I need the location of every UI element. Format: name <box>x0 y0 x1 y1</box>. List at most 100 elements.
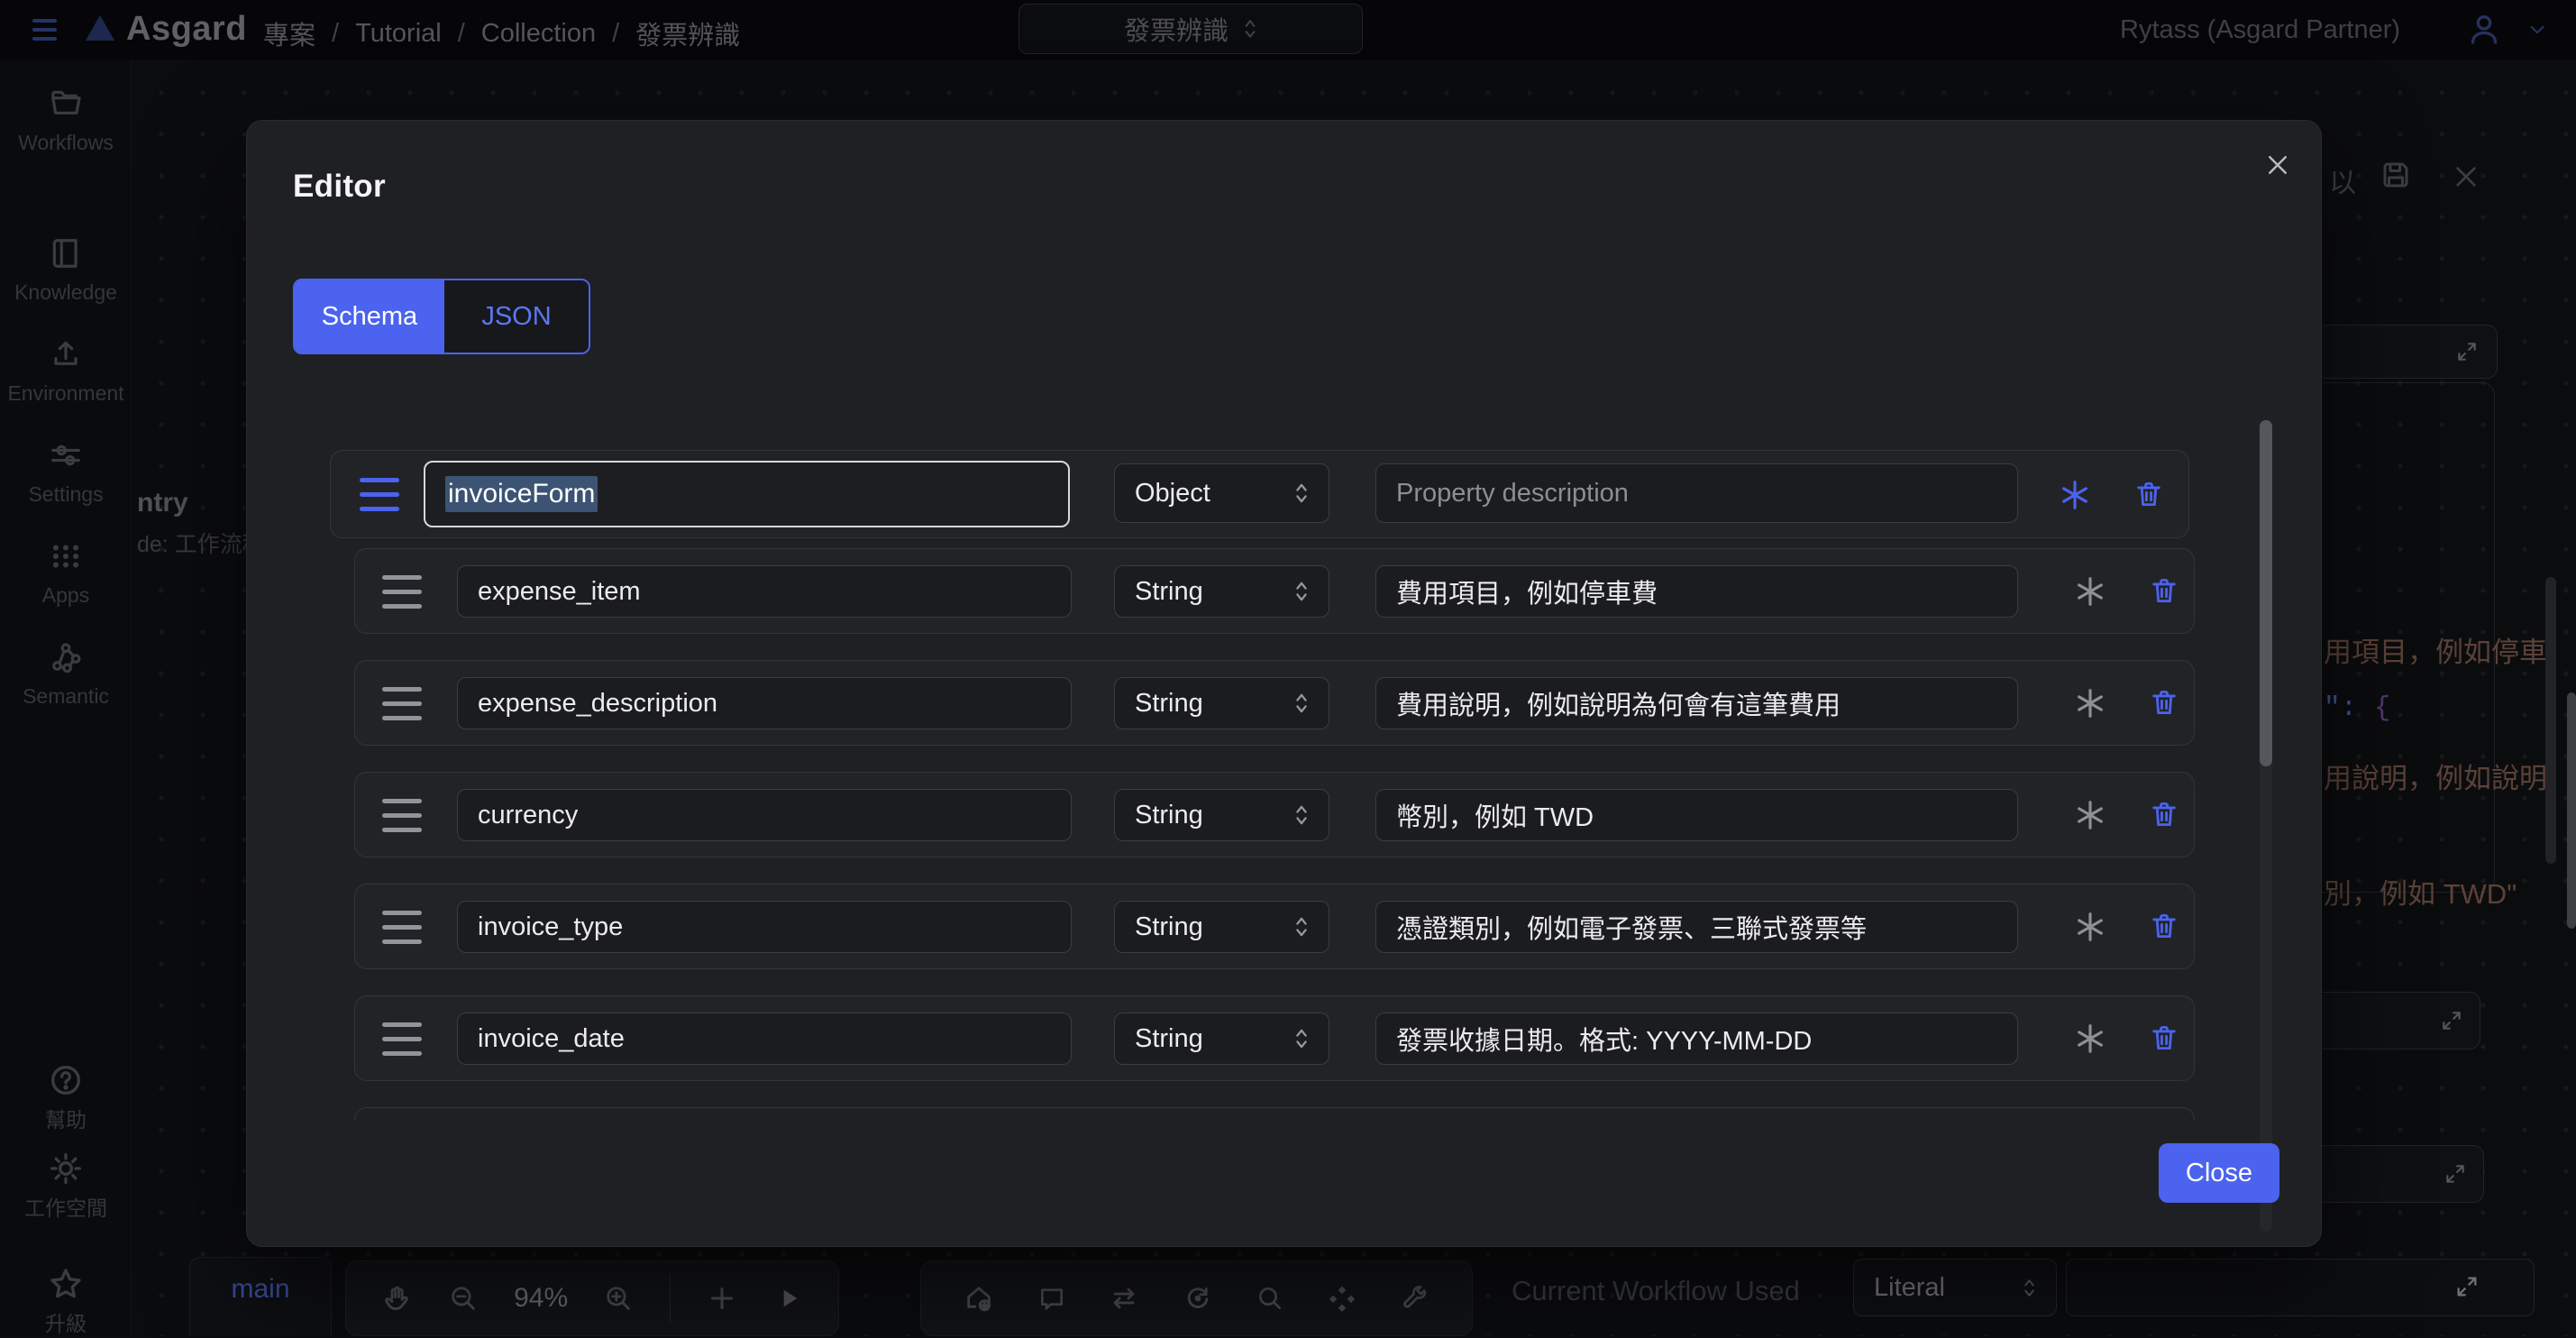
required-toggle-icon[interactable] <box>2073 1021 2107 1057</box>
required-toggle-icon[interactable] <box>2073 909 2107 945</box>
type-value: String <box>1135 689 1203 719</box>
sidebar-item-help[interactable]: 幫助 <box>0 1062 132 1134</box>
property-type-select[interactable]: String <box>1114 901 1329 953</box>
drag-handle-icon[interactable] <box>382 911 422 944</box>
property-type-select[interactable]: String <box>1114 677 1329 729</box>
schema-property-row-partial <box>354 1107 2195 1120</box>
property-description-input[interactable] <box>1375 565 2018 618</box>
property-description-input[interactable] <box>1375 789 2018 841</box>
sidebar-item-upgrade[interactable]: 升級 <box>0 1266 132 1338</box>
sidebar-item-settings[interactable]: Settings <box>0 438 132 509</box>
close-button[interactable]: Close <box>2159 1143 2279 1203</box>
drag-handle-icon[interactable] <box>360 478 399 511</box>
sliders-icon <box>49 438 83 472</box>
branch-tab[interactable]: main <box>189 1257 332 1336</box>
expand-icon[interactable] <box>2454 1274 2480 1299</box>
sidebar-item-workflows[interactable]: Workflows <box>0 87 132 157</box>
property-type-select[interactable]: String <box>1114 1013 1329 1065</box>
updown-chevron-icon <box>1294 579 1309 604</box>
expand-icon[interactable] <box>2444 1162 2467 1186</box>
search-icon[interactable] <box>1256 1284 1284 1313</box>
delete-row-icon[interactable] <box>2133 477 2164 511</box>
property-type-select[interactable]: String <box>1114 565 1329 618</box>
property-description-input[interactable] <box>1375 1013 2018 1065</box>
expand-icon[interactable] <box>2440 1009 2463 1032</box>
required-toggle-icon[interactable] <box>2058 477 2092 513</box>
window-scrollbar[interactable] <box>2567 692 2576 929</box>
delete-row-icon[interactable] <box>2149 909 2179 943</box>
drag-handle-icon[interactable] <box>382 575 422 609</box>
modal-scrollbar[interactable] <box>2260 420 2272 1232</box>
delete-row-icon[interactable] <box>2149 573 2179 608</box>
drag-handle-icon[interactable] <box>382 687 422 720</box>
root-type-select[interactable]: Object <box>1114 463 1329 523</box>
property-name-input[interactable] <box>457 565 1072 618</box>
property-description-input[interactable] <box>1375 677 2018 729</box>
code-scrollbar[interactable] <box>2545 577 2556 864</box>
sidebar-item-knowledge[interactable]: Knowledge <box>0 236 132 307</box>
schema-root-row: invoiceForm Object <box>330 450 2189 538</box>
delete-row-icon[interactable] <box>2149 1021 2179 1055</box>
modal-close-icon[interactable] <box>2264 151 2291 179</box>
run-icon[interactable] <box>774 1284 803 1313</box>
required-toggle-icon[interactable] <box>2073 797 2107 833</box>
tab-schema[interactable]: Schema <box>295 280 444 353</box>
property-name-input[interactable] <box>457 677 1072 729</box>
drag-handle-icon[interactable] <box>382 1022 422 1056</box>
updown-chevron-icon <box>2023 1277 2036 1299</box>
sidebar-item-semantic[interactable]: Semantic <box>0 640 132 710</box>
zoom-in-icon[interactable] <box>603 1283 634 1314</box>
updown-chevron-icon <box>1294 1026 1309 1051</box>
panel-close-icon[interactable] <box>2452 162 2480 191</box>
account-label: Rytass (Asgard Partner) <box>2120 15 2400 45</box>
sidebar-item-environment[interactable]: Environment <box>0 337 132 408</box>
workflow-select-value: 發票辨識 <box>1124 10 1229 48</box>
breadcrumb-item[interactable]: 專案 <box>263 14 315 52</box>
root-name-input[interactable]: invoiceForm <box>424 461 1070 527</box>
chevron-down-icon[interactable] <box>2524 18 2551 41</box>
right-panel-box <box>2307 992 2480 1049</box>
add-node-icon[interactable] <box>706 1282 738 1315</box>
literal-select[interactable]: Literal <box>1853 1259 2057 1316</box>
value-field[interactable] <box>2066 1259 2535 1316</box>
comment-icon[interactable] <box>1037 1284 1066 1313</box>
expand-icon[interactable] <box>2455 340 2479 363</box>
right-panel-header-fragment: 以 <box>2329 160 2356 200</box>
tab-json[interactable]: JSON <box>444 280 589 353</box>
required-toggle-icon[interactable] <box>2073 685 2107 721</box>
save-icon[interactable] <box>2380 159 2412 191</box>
sidebar-item-apps[interactable]: Apps <box>0 539 132 609</box>
delete-row-icon[interactable] <box>2149 797 2179 831</box>
rotate-icon[interactable] <box>1183 1283 1213 1314</box>
breadcrumb-item[interactable]: Tutorial <box>355 19 442 49</box>
required-toggle-icon[interactable] <box>2073 573 2107 609</box>
breadcrumb-item[interactable]: 發票辨識 <box>635 14 740 52</box>
workflow-select[interactable]: 發票辨識 <box>1019 4 1363 54</box>
wrench-icon[interactable] <box>1401 1284 1430 1313</box>
folder-icon <box>49 87 83 121</box>
property-description-input[interactable] <box>1375 901 2018 953</box>
delete-row-icon[interactable] <box>2149 685 2179 719</box>
property-name-input[interactable] <box>457 901 1072 953</box>
menu-icon[interactable] <box>32 19 57 41</box>
property-name-input[interactable] <box>457 789 1072 841</box>
pan-hand-icon[interactable] <box>381 1283 412 1314</box>
zoom-out-icon[interactable] <box>448 1283 479 1314</box>
home-add-icon[interactable] <box>964 1283 994 1314</box>
schema-property-row: String <box>354 884 2195 969</box>
align-nodes-icon[interactable] <box>1327 1283 1357 1314</box>
breadcrumb-item[interactable]: Collection <box>481 19 596 49</box>
left-sidebar: Workflows Knowledge Environment Settings… <box>0 60 132 1336</box>
property-name-input[interactable] <box>457 1013 1072 1065</box>
updown-chevron-icon <box>1294 802 1309 828</box>
drag-handle-icon[interactable] <box>382 799 422 832</box>
sidebar-item-workspace[interactable]: 工作空間 <box>0 1150 132 1223</box>
zoom-level: 94% <box>514 1283 568 1314</box>
scrollbar-thumb[interactable] <box>2260 420 2272 766</box>
root-description-input[interactable] <box>1375 463 2018 523</box>
user-icon[interactable] <box>2466 11 2502 47</box>
swap-arrows-icon[interactable] <box>1109 1283 1139 1314</box>
property-type-select[interactable]: String <box>1114 789 1329 841</box>
entry-node-title-fragment: ntry <box>137 488 188 518</box>
schema-property-row: String <box>354 772 2195 857</box>
